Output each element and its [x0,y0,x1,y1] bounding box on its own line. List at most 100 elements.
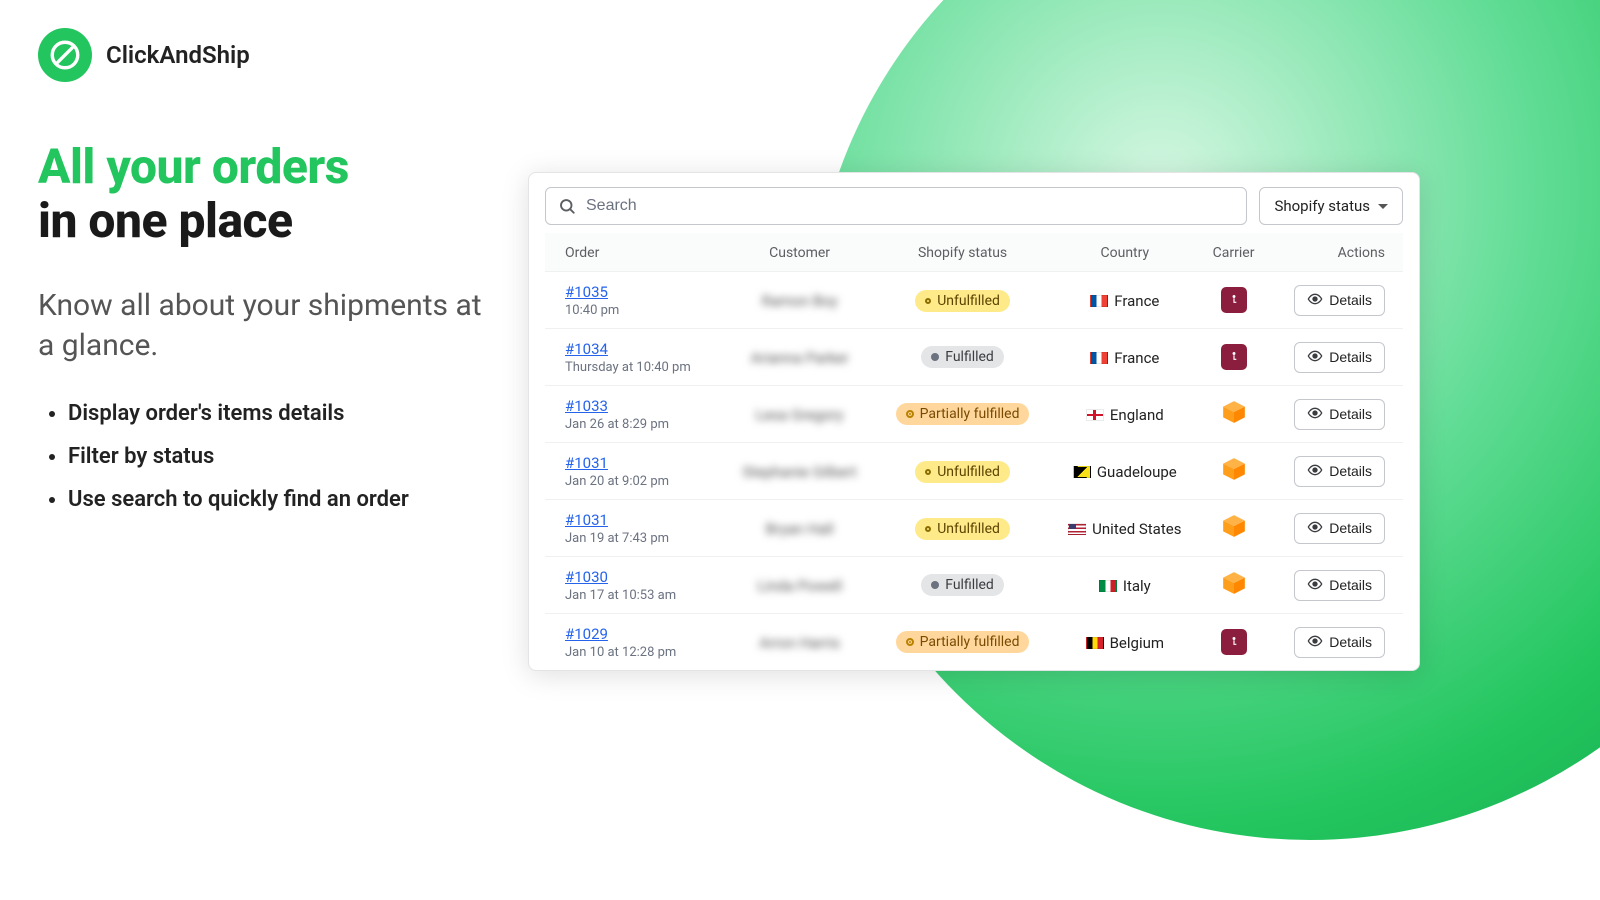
details-button[interactable]: Details [1294,399,1385,430]
hero-subtitle: Know all about your shipments at a glanc… [38,286,498,367]
status-dot-icon [925,526,931,532]
order-time: Jan 19 at 7:43 pm [565,531,716,546]
country-name: Italy [1123,577,1151,595]
table-row: #1031 Jan 20 at 9:02 pm Stephanie Gilber… [545,443,1403,500]
flag-icon [1090,352,1108,364]
order-time: Jan 10 at 12:28 pm [565,645,716,660]
order-time: Jan 17 at 10:53 am [565,588,716,603]
status-label: Unfulfilled [937,293,1000,309]
table-row: #1035 10:40 pm Ramon Boy Unfulfilled Fra… [545,272,1403,329]
col-actions: Actions [1267,233,1403,272]
order-time: Jan 20 at 9:02 pm [565,474,716,489]
carrier-icon [1221,581,1247,600]
eye-icon [1307,462,1323,481]
hero-bullet: Display order's items details [68,401,498,426]
status-label: Partially fulfilled [920,634,1020,650]
flag-icon [1099,580,1117,592]
country-cell: England [1086,406,1164,424]
brand-logo-icon [38,28,92,82]
carrier-icon [1221,634,1247,653]
table-row: #1033 Jan 26 at 8:29 pm Lesa Gregory Par… [545,386,1403,443]
order-link[interactable]: #1035 [565,283,608,301]
status-dot-icon [931,353,939,361]
eye-icon [1307,576,1323,595]
carrier-icon [1221,349,1247,368]
status-badge: Unfulfilled [915,518,1010,540]
col-country: Country [1050,233,1200,272]
details-button[interactable]: Details [1294,456,1385,487]
country-cell: Belgium [1086,634,1164,652]
order-time: Thursday at 10:40 pm [565,360,716,375]
hero-title: All your orders in one place [38,140,498,248]
customer-name: Stephanie Gilbert [742,463,856,481]
country-name: France [1114,349,1159,367]
eye-icon [1307,633,1323,652]
eye-icon [1307,348,1323,367]
search-icon [558,197,576,215]
order-link[interactable]: #1030 [565,568,608,586]
status-badge: Fulfilled [921,574,1004,596]
carrier-icon [1221,292,1247,311]
status-badge: Unfulfilled [915,461,1010,483]
country-name: France [1114,292,1159,310]
hero-bullets: Display order's items details Filter by … [38,401,498,512]
order-link[interactable]: #1031 [565,454,608,472]
hero-bullet: Filter by status [68,444,498,469]
customer-name: Arianna Parker [750,349,848,367]
orders-table: Order Customer Shopify status Country Ca… [545,233,1403,670]
details-label: Details [1329,406,1372,422]
table-row: #1029 Jan 10 at 12:28 pm Arron Harris Pa… [545,614,1403,671]
eye-icon [1307,291,1323,310]
flag-icon [1073,466,1091,478]
col-status: Shopify status [875,233,1049,272]
status-filter-label: Shopify status [1274,197,1370,215]
status-label: Partially fulfilled [920,406,1020,422]
status-dot-icon [906,638,914,646]
search-box[interactable] [545,187,1247,225]
status-label: Fulfilled [945,349,994,365]
details-label: Details [1329,520,1372,536]
order-time: Jan 26 at 8:29 pm [565,417,716,432]
order-link[interactable]: #1029 [565,625,608,643]
country-cell: France [1090,292,1159,310]
order-link[interactable]: #1033 [565,397,608,415]
details-button[interactable]: Details [1294,285,1385,316]
status-dot-icon [906,410,914,418]
country-name: United States [1092,520,1181,538]
status-badge: Unfulfilled [915,290,1010,312]
status-label: Unfulfilled [937,521,1000,537]
table-row: #1034 Thursday at 10:40 pm Arianna Parke… [545,329,1403,386]
status-dot-icon [925,298,931,304]
order-time: 10:40 pm [565,303,716,318]
flag-icon [1068,523,1086,535]
eye-icon [1307,405,1323,424]
details-label: Details [1329,292,1372,308]
customer-name: Arron Harris [759,634,840,652]
country-name: England [1110,406,1164,424]
details-label: Details [1329,634,1372,650]
details-button[interactable]: Details [1294,513,1385,544]
customer-name: Bryan Hall [766,520,834,538]
carrier-icon [1221,467,1247,486]
col-customer: Customer [724,233,876,272]
country-name: Guadeloupe [1097,463,1177,481]
status-dot-icon [931,581,939,589]
details-button[interactable]: Details [1294,570,1385,601]
order-link[interactable]: #1031 [565,511,608,529]
details-label: Details [1329,463,1372,479]
details-label: Details [1329,577,1372,593]
customer-name: Linda Powell [757,577,842,595]
details-button[interactable]: Details [1294,627,1385,658]
status-filter-dropdown[interactable]: Shopify status [1259,187,1403,225]
table-row: #1031 Jan 19 at 7:43 pm Bryan Hall Unful… [545,500,1403,557]
brand: ClickAndShip [38,28,250,82]
search-input[interactable] [586,197,1234,215]
order-link[interactable]: #1034 [565,340,608,358]
details-label: Details [1329,349,1372,365]
col-order: Order [545,233,724,272]
status-dot-icon [925,469,931,475]
details-button[interactable]: Details [1294,342,1385,373]
flag-icon [1090,295,1108,307]
status-label: Unfulfilled [937,464,1000,480]
table-row: #1030 Jan 17 at 10:53 am Linda Powell Fu… [545,557,1403,614]
